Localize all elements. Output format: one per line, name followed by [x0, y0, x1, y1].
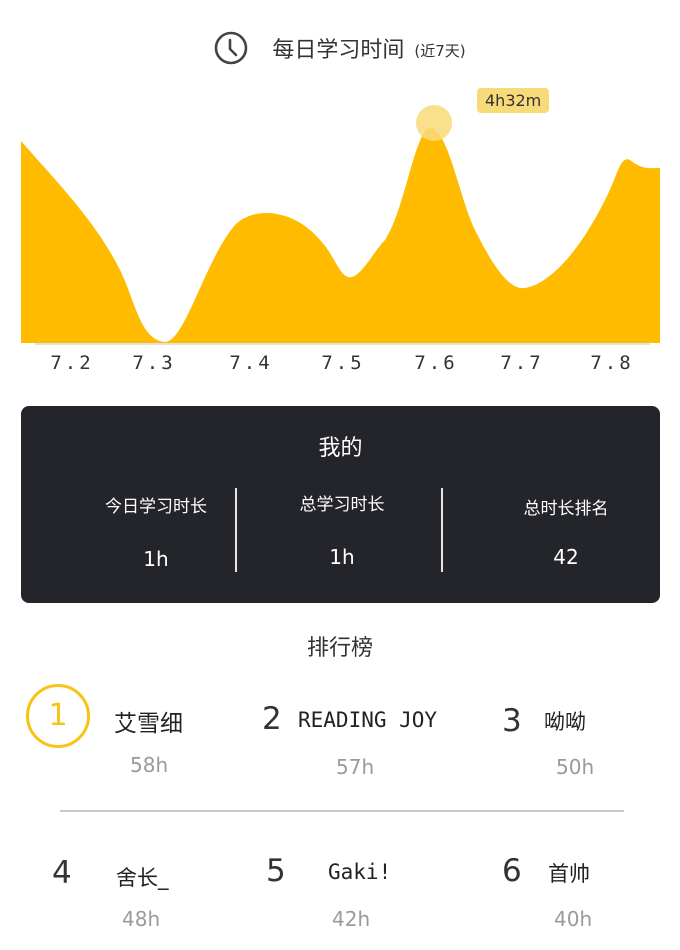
- peak-tooltip: 4h32m: [477, 88, 550, 113]
- stat-label: 总时长排名: [523, 499, 609, 519]
- x-tick-label: 7.7: [500, 352, 544, 374]
- rank-item[interactable]: 4 舍长_ 48h: [52, 838, 252, 948]
- rank-badge-first: 1: [26, 684, 90, 748]
- rank-number: 5: [266, 853, 286, 889]
- card-title: 我的: [318, 436, 363, 461]
- rank-hours: 57h: [336, 755, 375, 779]
- rank-hours: 58h: [130, 753, 169, 777]
- rank-number: 4: [52, 855, 72, 891]
- rank-name: 首帅: [548, 862, 590, 886]
- chart-svg: [21, 105, 660, 345]
- stat-today: 今日学习时长 1h: [56, 492, 256, 571]
- my-stats-card: 我的 今日学习时长 1h 总学习时长 1h 总时长排名 42: [21, 406, 660, 603]
- clock-icon: [215, 31, 248, 65]
- stat-value: 1h: [143, 547, 169, 571]
- ranking-divider: [60, 810, 624, 812]
- rank-number: 6: [502, 853, 522, 889]
- x-axis-labels: 7.2 7.3 7.4 7.5 7.6 7.7 7.8: [0, 352, 680, 376]
- rank-name: READING JOY: [298, 708, 438, 732]
- page-title: 每日学习时间: [272, 38, 405, 63]
- rank-item[interactable]: 1 艾雪细 58h: [26, 684, 226, 794]
- stat-label: 今日学习时长: [105, 497, 207, 517]
- x-tick-label: 7.8: [590, 352, 634, 374]
- stat-value: 1h: [329, 545, 355, 569]
- rank-item[interactable]: 6 首帅 40h: [502, 838, 662, 948]
- peak-highlight[interactable]: [416, 105, 452, 141]
- rank-name: Gaki!: [328, 860, 392, 884]
- chart-header: 每日学习时间 (近7天): [0, 28, 680, 68]
- rank-item[interactable]: 5 Gaki! 42h: [266, 838, 466, 948]
- x-tick-label: 7.6: [414, 352, 458, 374]
- x-tick-label: 7.4: [229, 352, 273, 374]
- area-series: [21, 128, 660, 343]
- stat-total: 总学习时长 1h: [242, 490, 442, 569]
- rank-name: 艾雪细: [114, 711, 183, 737]
- page-subtitle: (近7天): [414, 41, 466, 60]
- stat-value: 42: [553, 545, 579, 569]
- divider: [235, 488, 237, 572]
- rank-item[interactable]: 2 READING JOY 57h: [262, 684, 482, 794]
- rank-number: 2: [262, 701, 282, 737]
- daily-study-chart: 4h32m 7.2 7.3 7.4 7.5 7.6 7.7 7.8: [0, 80, 680, 380]
- ranking-title: 排行榜: [306, 636, 373, 661]
- x-tick-label: 7.5: [321, 352, 365, 374]
- x-tick-label: 7.3: [132, 352, 176, 374]
- divider: [441, 488, 443, 572]
- rank-hours: 50h: [556, 755, 595, 779]
- x-tick-label: 7.2: [50, 352, 94, 374]
- rank-hours: 42h: [332, 907, 371, 931]
- rank-name: 呦呦: [544, 710, 586, 734]
- rank-number: 3: [502, 703, 522, 739]
- rank-name: 舍长_: [116, 866, 169, 890]
- stat-rank: 总时长排名 42: [466, 494, 666, 569]
- rank-hours: 48h: [122, 907, 161, 931]
- rank-hours: 40h: [554, 907, 593, 931]
- stat-label: 总学习时长: [299, 495, 385, 515]
- rank-item[interactable]: 3 呦呦 50h: [502, 684, 662, 794]
